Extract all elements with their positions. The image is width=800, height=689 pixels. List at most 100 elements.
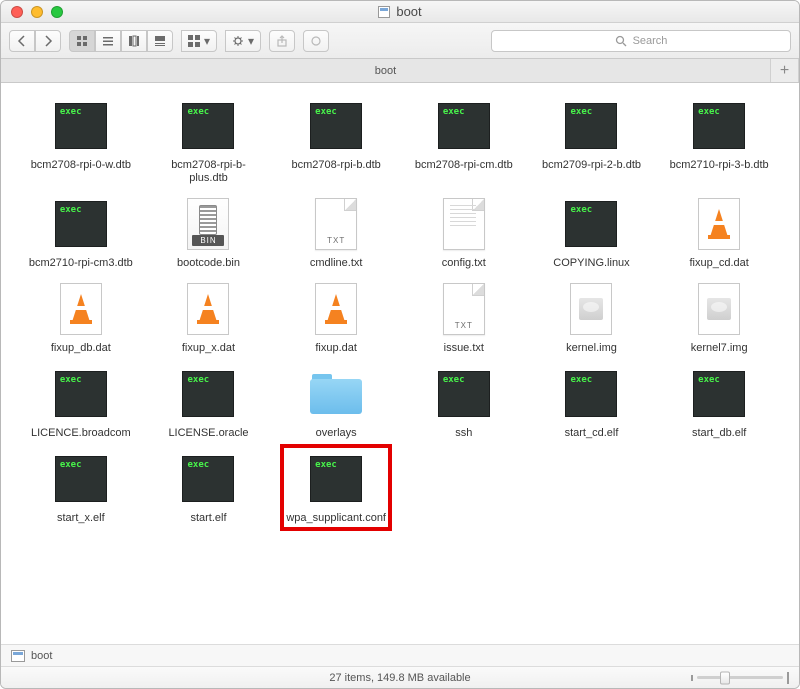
slider-thumb[interactable] [720,671,730,684]
file-item[interactable]: LICENCE.broadcom [19,365,143,440]
coverflow-view-button[interactable] [147,30,173,52]
zoom-max-icon [787,672,789,684]
file-label: fixup_x.dat [153,342,263,355]
file-icon-wrap [46,97,116,155]
file-grid-container[interactable]: bcm2708-rpi-0-w.dtbbcm2708-rpi-b-plus.dt… [1,83,799,644]
file-item[interactable]: fixup_cd.dat [657,195,781,270]
file-item[interactable]: LICENSE.oracle [147,365,271,440]
forward-button[interactable] [35,30,61,52]
file-icon-wrap: BIN [173,195,243,253]
bin-icon: BIN [187,198,229,250]
arrange-group: ▾ [181,30,217,52]
file-label: LICENCE.broadcom [26,427,136,440]
file-item[interactable]: kernel.img [530,280,654,355]
zoom-min-icon [691,675,693,681]
file-item[interactable]: fixup_x.dat [147,280,271,355]
zoom-button[interactable] [51,6,63,18]
path-segment[interactable]: boot [31,650,52,662]
folder-icon [308,372,364,416]
volume-icon [378,6,390,18]
file-label: bcm2710-rpi-cm3.dtb [26,257,136,270]
file-item[interactable]: TXTissue.txt [402,280,526,355]
file-label: bcm2708-rpi-b.dtb [281,159,391,172]
slider-track[interactable] [697,676,783,679]
column-view-button[interactable] [121,30,147,52]
file-item[interactable]: ssh [402,365,526,440]
file-item[interactable]: overlays [274,365,398,440]
search-field[interactable]: Search [491,30,791,52]
file-label: bcm2710-rpi-3-b.dtb [664,159,774,172]
file-icon-wrap [301,280,371,338]
file-item[interactable]: start_x.elf [19,450,143,525]
file-item[interactable]: fixup_db.dat [19,280,143,355]
close-button[interactable] [11,6,23,18]
file-icon-wrap [684,280,754,338]
share-button[interactable] [269,30,295,52]
exec-icon [182,103,234,149]
file-item[interactable]: bcm2708-rpi-b-plus.dtb [147,97,271,185]
chevron-down-icon: ▾ [248,34,254,48]
view-buttons [69,30,173,52]
img-icon [570,283,612,335]
exec-icon [55,103,107,149]
file-label: fixup_cd.dat [664,257,774,270]
file-icon-wrap [173,365,243,423]
file-item[interactable]: bcm2708-rpi-cm.dtb [402,97,526,185]
file-item[interactable]: bcm2708-rpi-0-w.dtb [19,97,143,185]
icon-size-slider[interactable] [691,672,789,684]
file-icon-wrap [556,97,626,155]
tab-boot[interactable]: boot [1,59,771,82]
file-label: start_x.elf [26,512,136,525]
file-icon-wrap [429,365,499,423]
tags-button[interactable] [303,30,329,52]
file-icon-wrap [46,195,116,253]
list-view-button[interactable] [95,30,121,52]
file-item[interactable]: start_cd.elf [530,365,654,440]
file-item[interactable]: wpa_supplicant.conf [274,450,398,525]
icon-view-button[interactable] [69,30,95,52]
file-item[interactable]: BINbootcode.bin [147,195,271,270]
cone-icon [315,283,357,335]
exec-icon [565,103,617,149]
arrange-button[interactable]: ▾ [181,30,217,52]
window-controls [1,6,63,18]
file-item[interactable]: start.elf [147,450,271,525]
file-item[interactable]: config.txt [402,195,526,270]
chevron-down-icon: ▾ [204,34,210,48]
txt-icon: TXT [443,283,485,335]
file-icon-wrap [684,365,754,423]
file-label: start_cd.elf [536,427,646,440]
tab-bar: boot + [1,59,799,83]
new-tab-button[interactable]: + [771,59,799,82]
file-icon-wrap [556,195,626,253]
status-bar: 27 items, 149.8 MB available [1,666,799,688]
file-grid: bcm2708-rpi-0-w.dtbbcm2708-rpi-b-plus.dt… [1,83,799,541]
toolbar: ▾ ▾ Search [1,23,799,59]
file-item[interactable]: bcm2710-rpi-cm3.dtb [19,195,143,270]
file-item[interactable]: bcm2709-rpi-2-b.dtb [530,97,654,185]
exec-icon [565,201,617,247]
file-icon-wrap [173,280,243,338]
exec-icon [693,371,745,417]
action-button[interactable]: ▾ [225,30,261,52]
file-item[interactable]: fixup.dat [274,280,398,355]
file-item[interactable]: COPYING.linux [530,195,654,270]
file-icon-wrap: TXT [429,280,499,338]
file-icon-wrap: TXT [301,195,371,253]
exec-icon [438,103,490,149]
file-icon-wrap [429,97,499,155]
file-item[interactable]: TXTcmdline.txt [274,195,398,270]
file-label: overlays [281,427,391,440]
cone-icon [698,198,740,250]
exec-icon [55,201,107,247]
file-item[interactable]: kernel7.img [657,280,781,355]
back-button[interactable] [9,30,35,52]
file-item[interactable]: start_db.elf [657,365,781,440]
file-item[interactable]: bcm2710-rpi-3-b.dtb [657,97,781,185]
file-label: wpa_supplicant.conf [281,512,391,525]
exec-icon [310,103,362,149]
minimize-button[interactable] [31,6,43,18]
file-item[interactable]: bcm2708-rpi-b.dtb [274,97,398,185]
file-icon-wrap [684,195,754,253]
exec-icon [182,371,234,417]
